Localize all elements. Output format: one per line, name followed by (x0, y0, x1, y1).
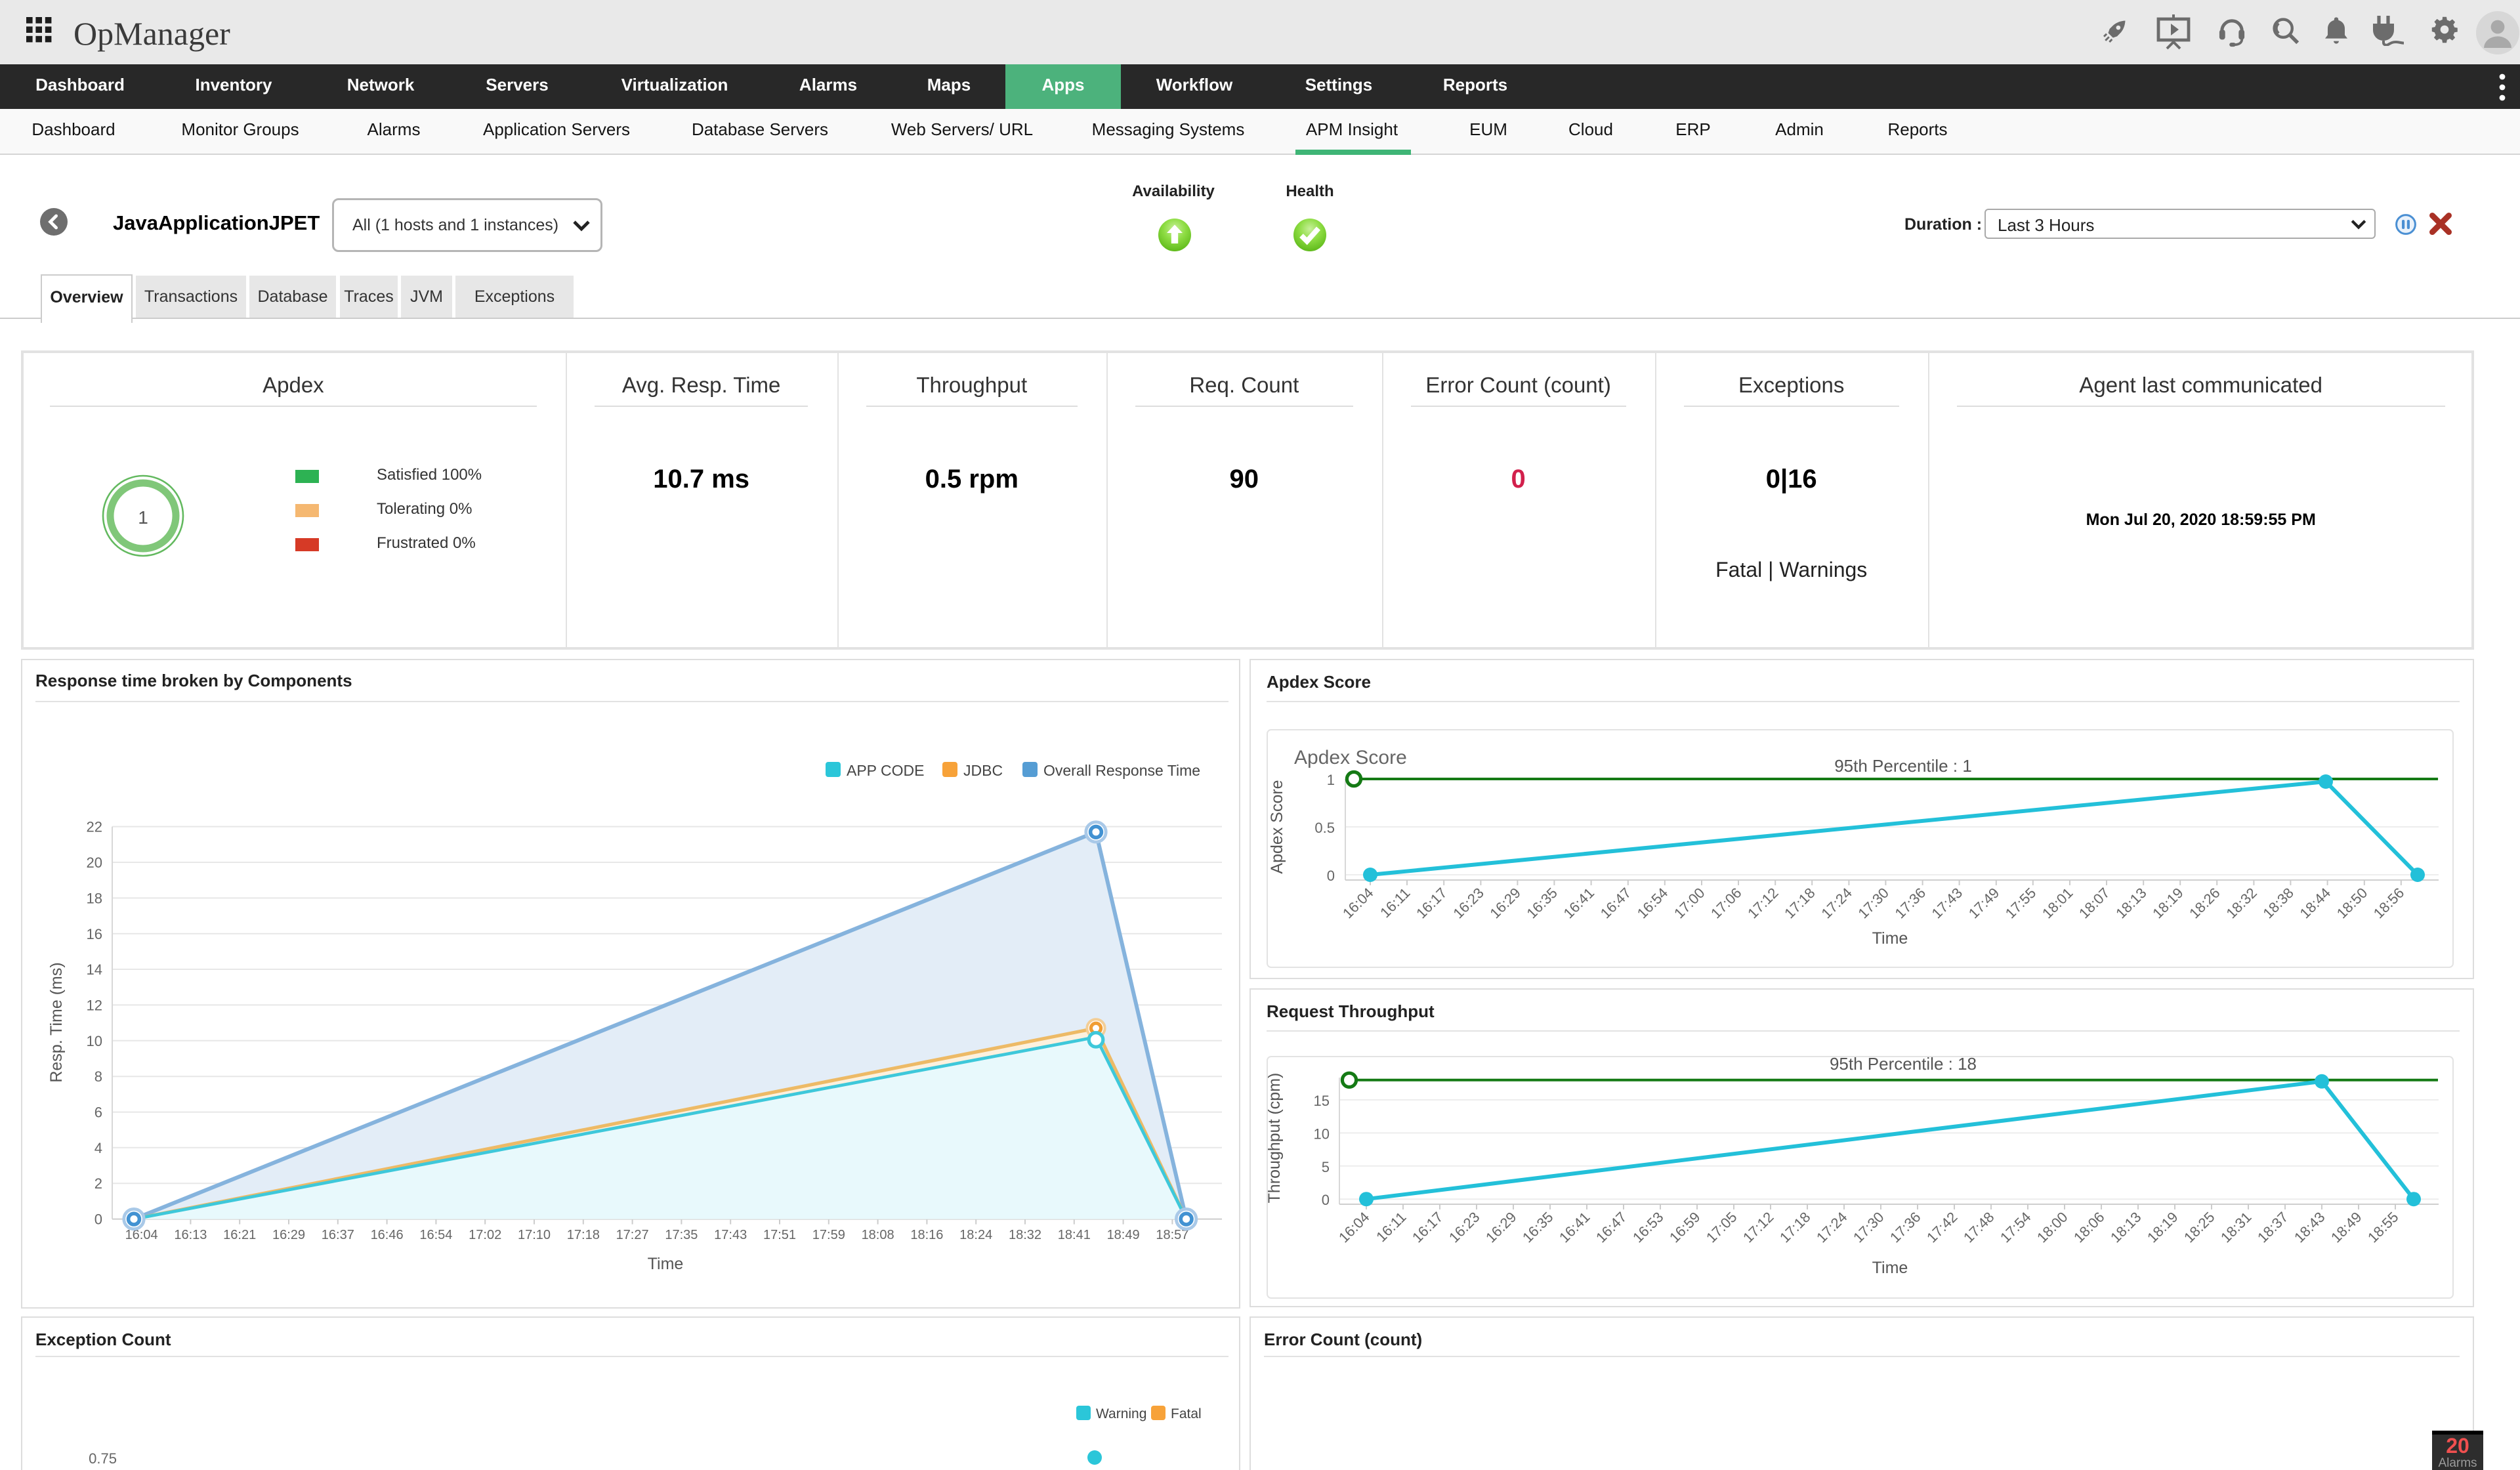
svg-text:5: 5 (1322, 1159, 1330, 1175)
svg-text:18:08: 18:08 (862, 1228, 894, 1242)
svg-text:8: 8 (94, 1068, 102, 1085)
svg-text:0.75: 0.75 (89, 1450, 117, 1467)
svg-text:Fatal: Fatal (1171, 1406, 1202, 1421)
svg-text:4: 4 (94, 1140, 102, 1156)
svg-text:JDBC: JDBC (963, 762, 1003, 779)
svg-text:95th Percentile : 18: 95th Percentile : 18 (1830, 1054, 1977, 1074)
svg-text:16:29: 16:29 (272, 1228, 305, 1242)
svg-text:0: 0 (1322, 1192, 1330, 1208)
svg-text:0: 0 (1327, 868, 1335, 884)
svg-text:Time: Time (1872, 1259, 1908, 1277)
svg-text:17:35: 17:35 (665, 1228, 698, 1242)
svg-text:18:32: 18:32 (1009, 1228, 1041, 1242)
svg-text:17:18: 17:18 (567, 1228, 600, 1242)
svg-text:22: 22 (87, 819, 102, 835)
svg-text:Throughput (cpm): Throughput (cpm) (1265, 1073, 1284, 1204)
svg-text:Resp. Time (ms): Resp. Time (ms) (47, 962, 66, 1082)
svg-text:18: 18 (87, 890, 102, 906)
svg-text:16: 16 (87, 926, 102, 942)
svg-text:Warning: Warning (1096, 1406, 1146, 1421)
svg-text:17:51: 17:51 (763, 1228, 796, 1242)
svg-text:Apdex Score: Apdex Score (1268, 780, 1286, 873)
svg-text:20: 20 (87, 854, 102, 871)
svg-text:Time: Time (648, 1255, 684, 1273)
svg-text:15: 15 (1314, 1093, 1330, 1109)
svg-text:17:02: 17:02 (469, 1228, 501, 1242)
svg-text:16:13: 16:13 (174, 1228, 207, 1242)
svg-text:18:24: 18:24 (959, 1228, 992, 1242)
svg-text:10: 10 (87, 1033, 102, 1049)
svg-text:18:41: 18:41 (1058, 1228, 1091, 1242)
svg-text:16:04: 16:04 (125, 1228, 158, 1242)
svg-text:17:59: 17:59 (812, 1228, 845, 1242)
svg-text:16:46: 16:46 (371, 1228, 404, 1242)
svg-text:12: 12 (87, 997, 102, 1013)
svg-text:0.5: 0.5 (1314, 820, 1335, 836)
svg-text:17:10: 17:10 (518, 1228, 551, 1242)
svg-text:17:27: 17:27 (616, 1228, 649, 1242)
svg-text:2: 2 (94, 1175, 102, 1192)
svg-text:17:43: 17:43 (714, 1228, 747, 1242)
svg-text:6: 6 (94, 1104, 102, 1121)
svg-text:14: 14 (87, 961, 102, 978)
svg-text:18:49: 18:49 (1107, 1228, 1140, 1242)
svg-text:Apdex Score: Apdex Score (1294, 747, 1407, 768)
svg-text:18:16: 18:16 (910, 1228, 943, 1242)
svg-text:Time: Time (1872, 929, 1908, 948)
svg-text:1: 1 (138, 507, 148, 528)
svg-text:10: 10 (1314, 1125, 1330, 1142)
svg-text:Overall Response Time: Overall Response Time (1043, 762, 1200, 779)
svg-text:0: 0 (94, 1211, 102, 1228)
svg-text:16:21: 16:21 (223, 1228, 256, 1242)
svg-text:16:37: 16:37 (322, 1228, 354, 1242)
svg-text:1: 1 (1327, 772, 1335, 788)
svg-text:95th Percentile : 1: 95th Percentile : 1 (1834, 756, 1972, 776)
svg-text:16:54: 16:54 (419, 1228, 452, 1242)
svg-text:APP CODE: APP CODE (847, 762, 924, 779)
